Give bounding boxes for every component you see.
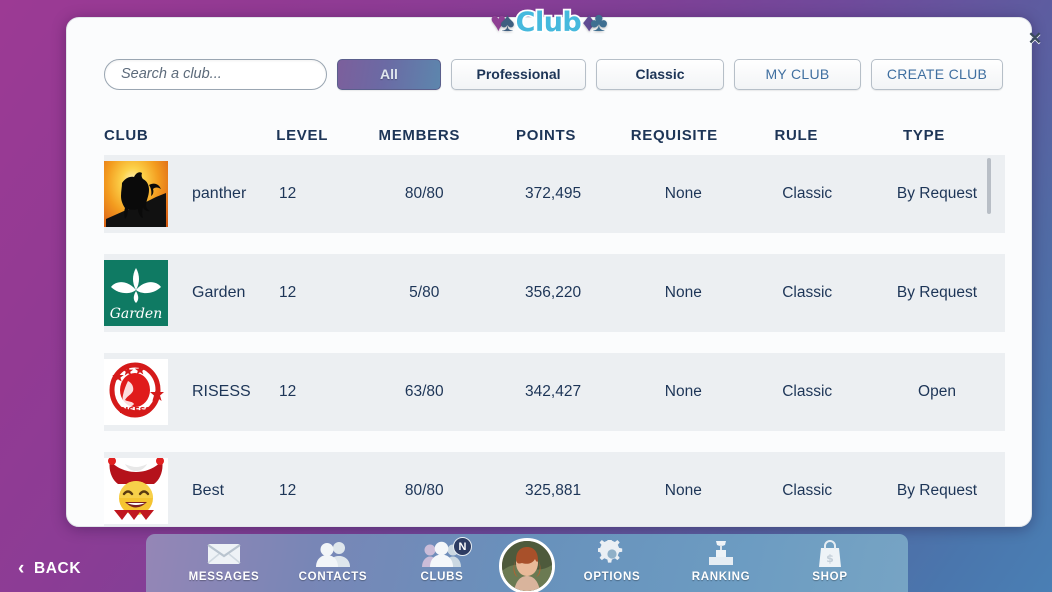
garden-logo: Garden — [104, 260, 168, 326]
club-type: By Request — [896, 185, 978, 202]
club-points: 356,220 — [525, 284, 582, 301]
nav-label: RANKING — [691, 571, 751, 583]
column-header-points: POINTS — [516, 126, 577, 144]
heart-suit-icon: ♥ — [490, 6, 507, 37]
nav-label: OPTIONS — [583, 571, 641, 583]
club-rule: Classic — [782, 482, 833, 499]
club-requisite: None — [664, 383, 702, 400]
club-level: 12 — [278, 482, 297, 499]
nav-label: MESSAGES — [188, 571, 260, 583]
column-header-level: LEVEL — [276, 126, 329, 144]
filter-tab-all[interactable]: All — [337, 58, 441, 90]
club-members: 5/80 — [409, 284, 440, 301]
column-header-rule: RULE — [774, 126, 819, 144]
club-type: Open — [918, 383, 956, 400]
club-points: 342,427 — [525, 383, 582, 400]
club-name: panther — [192, 185, 247, 202]
club-list-scrollbar[interactable] — [987, 155, 991, 526]
club-members: 63/80 — [404, 383, 444, 400]
filter-tab-professional[interactable]: Professional — [451, 58, 586, 90]
svg-text:RISESS: RISESS — [119, 406, 151, 415]
column-header-club: CLUB — [104, 126, 149, 144]
club-suit-icon: ♣ — [590, 6, 608, 37]
nav-item-options[interactable]: OPTIONS — [560, 540, 664, 583]
search-input[interactable] — [104, 58, 327, 90]
svg-text:$: $ — [826, 552, 834, 565]
nav-item-messages[interactable]: MESSAGES — [172, 540, 276, 583]
envelope-icon — [207, 540, 241, 568]
club-requisite: None — [664, 185, 702, 202]
table-header: CLUB LEVEL MEMBERS POINTS REQUISITE RULE… — [104, 117, 991, 153]
club-list[interactable]: panther 12 80/80 372,495 None Classic By… — [104, 155, 1005, 526]
column-header-type: TYPE — [903, 126, 946, 144]
create-club-button[interactable]: CREATE CLUB — [871, 58, 1003, 90]
club-level: 12 — [278, 383, 297, 400]
back-button[interactable]: ‹ BACK — [0, 545, 140, 592]
chevron-left-icon: ‹ — [18, 558, 25, 579]
my-club-button[interactable]: MY CLUB — [734, 58, 861, 90]
club-logo: ♥ ♠ Club ♦ ♣ — [464, 1, 634, 43]
club-name: RISESS — [192, 383, 251, 400]
player-avatar[interactable] — [499, 538, 555, 592]
club-requisite: None — [664, 284, 702, 301]
club-level: 12 — [278, 185, 297, 202]
club-rule: Classic — [782, 284, 833, 301]
filter-tab-classic[interactable]: Classic — [596, 58, 724, 90]
club-rule: Classic — [782, 185, 833, 202]
two-people-icon — [315, 540, 351, 568]
column-header-requisite: REQUISITE — [630, 126, 718, 144]
club-requisite: None — [664, 482, 702, 499]
nav-item-ranking[interactable]: RANKING — [669, 540, 773, 583]
table-row[interactable]: Garden Garden 12 5/80 356,220 None Class… — [104, 254, 1005, 332]
club-rule: Classic — [782, 383, 833, 400]
risess-logo: RISESS — [104, 359, 168, 425]
joker-logo — [104, 458, 168, 524]
column-header-members: MEMBERS — [378, 126, 461, 144]
nav-label: CONTACTS — [298, 571, 368, 583]
nav-label: SHOP — [812, 571, 848, 583]
table-row[interactable]: Best 12 80/80 325,881 None Classic By Re… — [104, 452, 1005, 526]
club-type: By Request — [896, 284, 978, 301]
club-level: 12 — [278, 284, 297, 301]
panther-logo — [104, 161, 168, 227]
nav-item-shop[interactable]: $ SHOP — [778, 540, 882, 583]
nav-label: CLUBS — [420, 571, 464, 583]
shopping-bag-icon: $ — [817, 540, 843, 568]
club-name: Garden — [192, 284, 246, 301]
club-name: Best — [192, 482, 225, 499]
club-members: 80/80 — [404, 482, 444, 499]
back-label: BACK — [33, 559, 82, 577]
nav-item-clubs[interactable]: N CLUBS — [390, 537, 494, 583]
nav-item-contacts[interactable]: CONTACTS — [281, 540, 385, 583]
toolbar: All Professional Classic MY CLUB CREATE … — [104, 58, 1003, 90]
diamond-suit-icon: ♦ — [582, 6, 597, 37]
table-row[interactable]: RISESS RISESS 12 63/80 342,427 None Clas… — [104, 353, 1005, 431]
club-points: 325,881 — [525, 482, 582, 499]
club-points: 372,495 — [525, 185, 582, 202]
clubs-notification-badge: N — [453, 537, 472, 556]
club-panel: ♥ ♠ Club ♦ ♣ ✕ All Professional Classic … — [66, 5, 1042, 527]
club-members: 80/80 — [404, 185, 444, 202]
club-type: By Request — [896, 482, 978, 499]
svg-text:Garden: Garden — [110, 306, 163, 322]
table-row[interactable]: panther 12 80/80 372,495 None Classic By… — [104, 155, 1005, 233]
scrollbar-thumb[interactable] — [987, 158, 991, 214]
spade-suit-icon: ♠ — [500, 6, 515, 37]
close-icon[interactable]: ✕ — [1022, 26, 1048, 52]
gear-icon — [598, 540, 626, 568]
club-logo-text: Club — [514, 5, 584, 40]
trophy-podium-icon — [705, 540, 737, 568]
bottom-navigation: MESSAGES CONTACTS N CLUBS OPTIONS RANKIN… — [146, 534, 908, 592]
